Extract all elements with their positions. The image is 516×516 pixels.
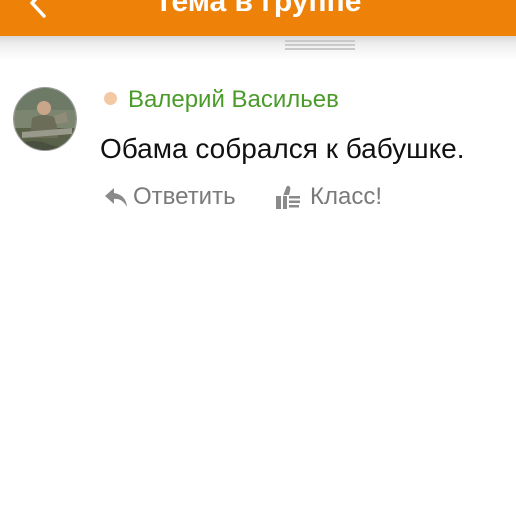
reply-label: Ответить — [133, 183, 236, 210]
comment-text: Обама собрался к бабушке. — [100, 133, 465, 164]
header-shadow — [0, 36, 516, 60]
avatar[interactable] — [13, 87, 77, 151]
online-status-dot — [104, 92, 117, 105]
page-title: Тема в группе — [154, 0, 362, 18]
reply-arrow-icon — [105, 188, 127, 207]
thumbs-up-icon — [276, 185, 300, 209]
user-photo-avatar — [14, 88, 76, 150]
top-bar: Тема в группе — [0, 0, 516, 36]
author-name[interactable]: Валерий Васильев — [128, 85, 339, 115]
like-label: Класс! — [310, 183, 382, 210]
pull-handle[interactable] — [285, 40, 355, 54]
